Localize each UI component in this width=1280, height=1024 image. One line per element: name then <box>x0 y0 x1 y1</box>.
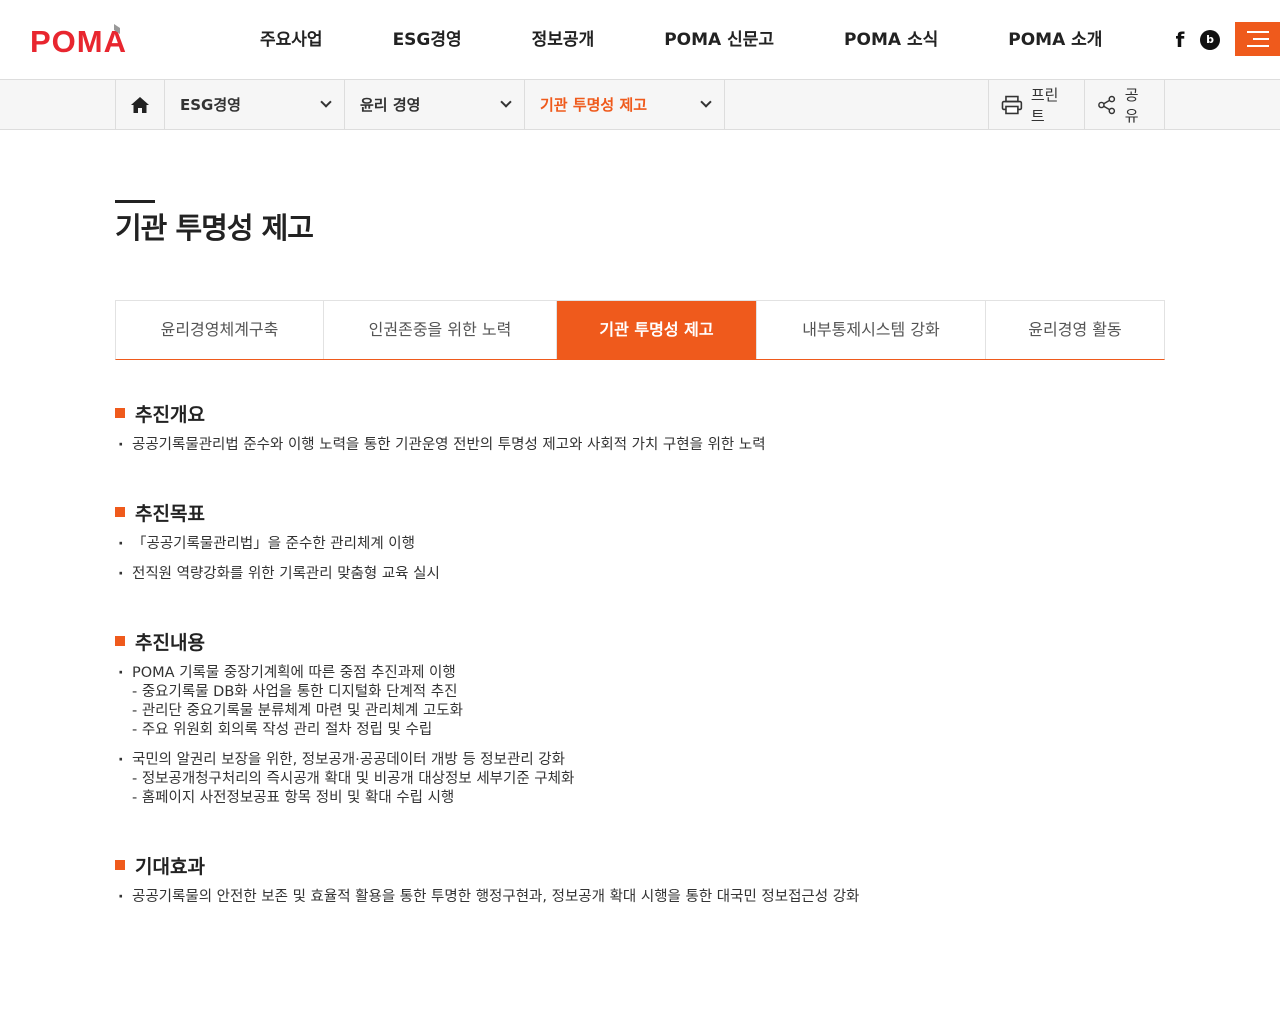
section-heading: 기대효과 <box>115 852 859 878</box>
list-item-text: 전직원 역량강화를 위한 기록관리 맞춤형 교육 실시 <box>132 566 440 582</box>
list-item: 공공기록물의 안전한 보존 및 효율적 활용을 통한 투명한 행정구현과, 정보… <box>115 888 859 907</box>
menu-line <box>1247 45 1269 47</box>
depth3-label: 기관 투명성 제고 <box>540 96 648 114</box>
gnb-item-petition[interactable]: POMA 신문고 <box>629 0 809 80</box>
sub-item: - 중요기록물 DB화 사업을 통한 디지털화 단계적 추진 <box>132 684 458 700</box>
location-bar: ESG경영 윤리 경영 기관 투명성 제고 프린트 공유 <box>0 80 1280 130</box>
tab-human-rights[interactable]: 인권존중을 위한 노력 <box>324 301 557 359</box>
sub-item: - 정보공개청구처리의 즉시공개 확대 및 비공개 대상정보 세부기준 구체화 <box>132 771 575 787</box>
depth1-label: ESG경영 <box>180 96 241 114</box>
svg-text:POMA: POMA <box>30 24 127 56</box>
square-bullet-icon <box>115 860 125 870</box>
gnb-item-about[interactable]: POMA 소개 <box>973 0 1137 80</box>
blog-icon[interactable]: b <box>1200 30 1220 50</box>
home-button[interactable] <box>115 80 165 129</box>
gnb-item-news[interactable]: POMA 소식 <box>809 0 973 80</box>
bullet-list: 공공기록물의 안전한 보존 및 효율적 활용을 통한 투명한 행정구현과, 정보… <box>115 888 859 907</box>
gnb-item-info[interactable]: 정보공개 <box>497 0 630 80</box>
sns-links: f b <box>1172 30 1220 50</box>
tab-transparency[interactable]: 기관 투명성 제고 <box>557 301 757 359</box>
section-heading: 추진내용 <box>115 628 574 654</box>
page-title: 기관 투명성 제고 <box>115 211 314 245</box>
list-item-text: 공공기록물의 안전한 보존 및 효율적 활용을 통한 투명한 행정구현과, 정보… <box>132 889 860 905</box>
print-button[interactable]: 프린트 <box>988 80 1084 129</box>
facebook-icon[interactable]: f <box>1172 30 1188 50</box>
title-accent-bar <box>115 200 155 203</box>
chevron-down-icon <box>700 96 712 108</box>
depth2-label: 윤리 경영 <box>360 96 421 114</box>
sub-item: - 주요 위원회 회의록 작성 관리 절차 정립 및 수립 <box>132 722 433 738</box>
print-icon <box>1001 95 1023 114</box>
chevron-down-icon <box>500 96 512 108</box>
list-item: 공공기록물관리법 준수와 이행 노력을 통한 기관운영 전반의 투명성 제고와 … <box>115 436 766 455</box>
share-label: 공유 <box>1124 85 1139 125</box>
bullet-list: 「공공기록물관리법」을 준수한 관리체계 이행 전직원 역량강화를 위한 기록관… <box>115 535 440 584</box>
depth3-dropdown[interactable]: 기관 투명성 제고 <box>525 80 725 129</box>
print-label: 프린트 <box>1030 85 1059 125</box>
section-title: 추진목표 <box>135 502 205 525</box>
depth1-dropdown[interactable]: ESG경영 <box>165 80 345 129</box>
square-bullet-icon <box>115 507 125 517</box>
bullet-list: POMA 기록물 중장기계획에 따른 중점 추진과제 이행 - 중요기록물 DB… <box>115 664 574 808</box>
section-effects: 기대효과 공공기록물의 안전한 보존 및 효율적 활용을 통한 투명한 행정구현… <box>115 852 859 918</box>
bullet-list: 공공기록물관리법 준수와 이행 노력을 통한 기관운영 전반의 투명성 제고와 … <box>115 436 766 455</box>
section-heading: 추진목표 <box>115 499 440 525</box>
section-title: 추진개요 <box>135 403 205 426</box>
section-contents: 추진내용 POMA 기록물 중장기계획에 따른 중점 추진과제 이행 - 중요기… <box>115 628 574 819</box>
sub-item: - 홈페이지 사전정보공표 항목 정비 및 확대 수립 시행 <box>132 790 455 806</box>
section-overview: 추진개요 공공기록물관리법 준수와 이행 노력을 통한 기관운영 전반의 투명성… <box>115 400 766 466</box>
poma-logo[interactable]: POMA <box>30 20 152 59</box>
tab-internal-control[interactable]: 내부통제시스템 강화 <box>757 301 986 359</box>
list-item: POMA 기록물 중장기계획에 따른 중점 추진과제 이행 - 중요기록물 DB… <box>115 664 574 740</box>
square-bullet-icon <box>115 636 125 646</box>
list-item: 「공공기록물관리법」을 준수한 관리체계 이행 <box>115 535 440 554</box>
list-item: 전직원 역량강화를 위한 기록관리 맞춤형 교육 실시 <box>115 565 440 584</box>
list-item-text: 국민의 알권리 보장을 위한, 정보공개·공공데이터 개방 등 정보관리 강화 <box>132 752 565 768</box>
square-bullet-icon <box>115 408 125 418</box>
sub-item: - 관리단 중요기록물 분류체계 마련 및 관리체계 고도화 <box>132 703 463 719</box>
home-icon <box>131 96 149 113</box>
tab-ethics-activities[interactable]: 윤리경영 활동 <box>986 301 1164 359</box>
depth2-dropdown[interactable]: 윤리 경영 <box>345 80 525 129</box>
global-nav: 주요사업 ESG경영 정보공개 POMA 신문고 POMA 소식 POMA 소개 <box>225 0 1137 80</box>
menu-line <box>1247 31 1269 33</box>
gnb-item-business[interactable]: 주요사업 <box>225 0 358 80</box>
chevron-down-icon <box>320 96 332 108</box>
section-title: 기대효과 <box>135 855 205 878</box>
all-menu-button[interactable] <box>1235 22 1280 56</box>
site-header: POMA 주요사업 ESG경영 정보공개 POMA 신문고 POMA 소식 PO… <box>0 0 1280 80</box>
breadcrumb: ESG경영 윤리 경영 기관 투명성 제고 <box>115 80 725 129</box>
gnb-item-esg[interactable]: ESG경영 <box>358 0 497 80</box>
menu-line <box>1253 38 1269 40</box>
list-item-text: POMA 기록물 중장기계획에 따른 중점 추진과제 이행 <box>132 665 456 681</box>
share-button[interactable]: 공유 <box>1084 80 1165 129</box>
sub-tabs: 윤리경영체계구축 인권존중을 위한 노력 기관 투명성 제고 내부통제시스템 강… <box>115 300 1165 360</box>
section-title: 추진내용 <box>135 631 205 654</box>
share-icon <box>1098 95 1116 114</box>
list-item-text: 「공공기록물관리법」을 준수한 관리체계 이행 <box>132 536 415 552</box>
section-heading: 추진개요 <box>115 400 766 426</box>
list-item: 국민의 알권리 보장을 위한, 정보공개·공공데이터 개방 등 정보관리 강화 … <box>115 751 574 808</box>
section-goals: 추진목표 「공공기록물관리법」을 준수한 관리체계 이행 전직원 역량강화를 위… <box>115 499 440 595</box>
tab-ethics-system[interactable]: 윤리경영체계구축 <box>116 301 324 359</box>
page-tools: 프린트 공유 <box>988 80 1165 129</box>
list-item-text: 공공기록물관리법 준수와 이행 노력을 통한 기관운영 전반의 투명성 제고와 … <box>132 437 766 453</box>
